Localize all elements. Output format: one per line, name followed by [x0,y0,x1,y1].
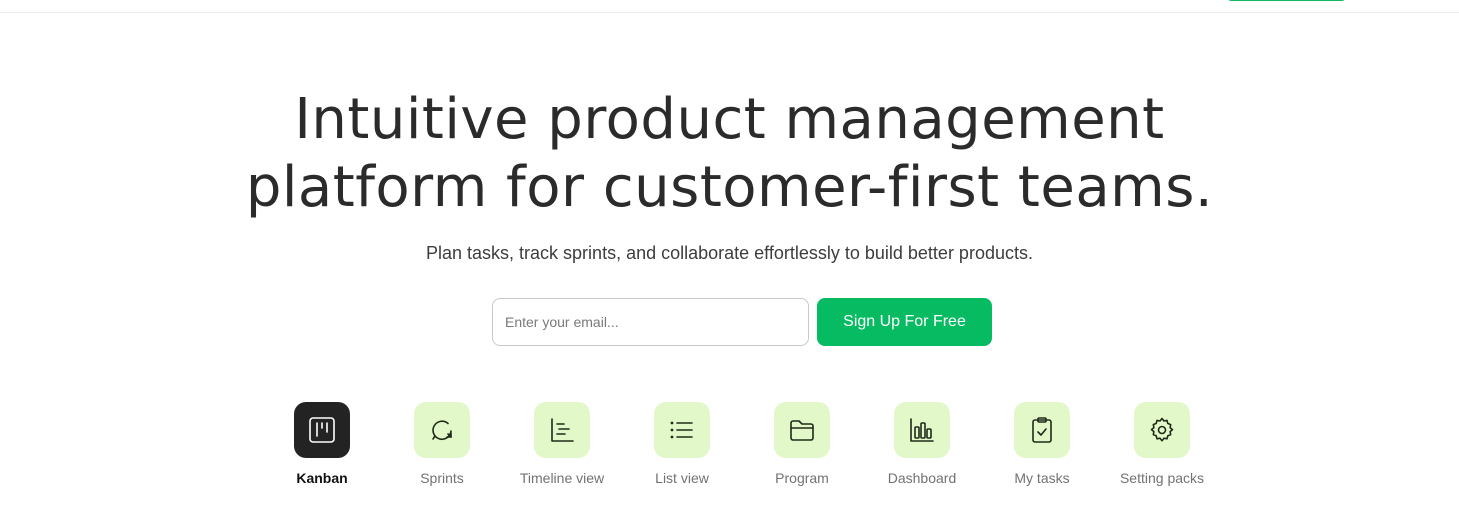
feature-tab-timeline-view[interactable]: Timeline view [502,402,622,487]
nav-cta-button-edge[interactable] [1228,0,1345,1]
email-input[interactable] [492,298,809,346]
feature-label: My tasks [1014,470,1070,486]
feature-tile [534,402,590,458]
feature-tab-kanban[interactable]: Kanban [262,402,382,487]
hero-title-line-2: platform for customer-first teams. [245,155,1214,220]
kanban-icon [309,417,335,443]
hero-subtitle: Plan tasks, track sprints, and collabora… [426,243,1033,263]
bar-chart-icon [910,418,934,442]
feature-tile [774,402,830,458]
gear-icon [1150,417,1174,442]
feature-tile [654,402,710,458]
hero-title-line-1: Intuitive product management [294,87,1165,152]
feature-label: Setting packs [1119,470,1205,486]
feature-label: Kanban [296,470,348,486]
feature-tab-my-tasks[interactable]: My tasks [982,402,1102,487]
feature-tile [414,402,470,458]
sprint-cycle-icon [432,420,452,440]
feature-tabs: Kanban Sprints Timeline view List view P… [0,402,1459,502]
top-nav-bar [0,0,1459,13]
feature-tile [294,402,350,458]
feature-label: Program [775,470,829,486]
clipboard-check-icon [1032,417,1052,443]
feature-tile [894,402,950,458]
feature-tab-list-view[interactable]: List view [622,402,742,487]
signup-button[interactable]: Sign Up For Free [817,298,992,346]
feature-tile [1014,402,1070,458]
feature-label: List view [655,470,709,486]
feature-label: Dashboard [887,470,957,486]
feature-label: Sprints [420,470,464,486]
list-icon [670,421,693,439]
feature-tab-sprints[interactable]: Sprints [382,402,502,487]
feature-label: Timeline view [519,470,605,486]
feature-tab-setting-packs[interactable]: Setting packs [1102,402,1222,487]
feature-tile [1134,402,1190,458]
timeline-icon [551,418,574,442]
feature-tab-dashboard[interactable]: Dashboard [862,402,982,487]
folder-icon [790,420,814,441]
feature-tab-program[interactable]: Program [742,402,862,487]
hero-title: Intuitive product management platform fo… [0,86,1459,222]
